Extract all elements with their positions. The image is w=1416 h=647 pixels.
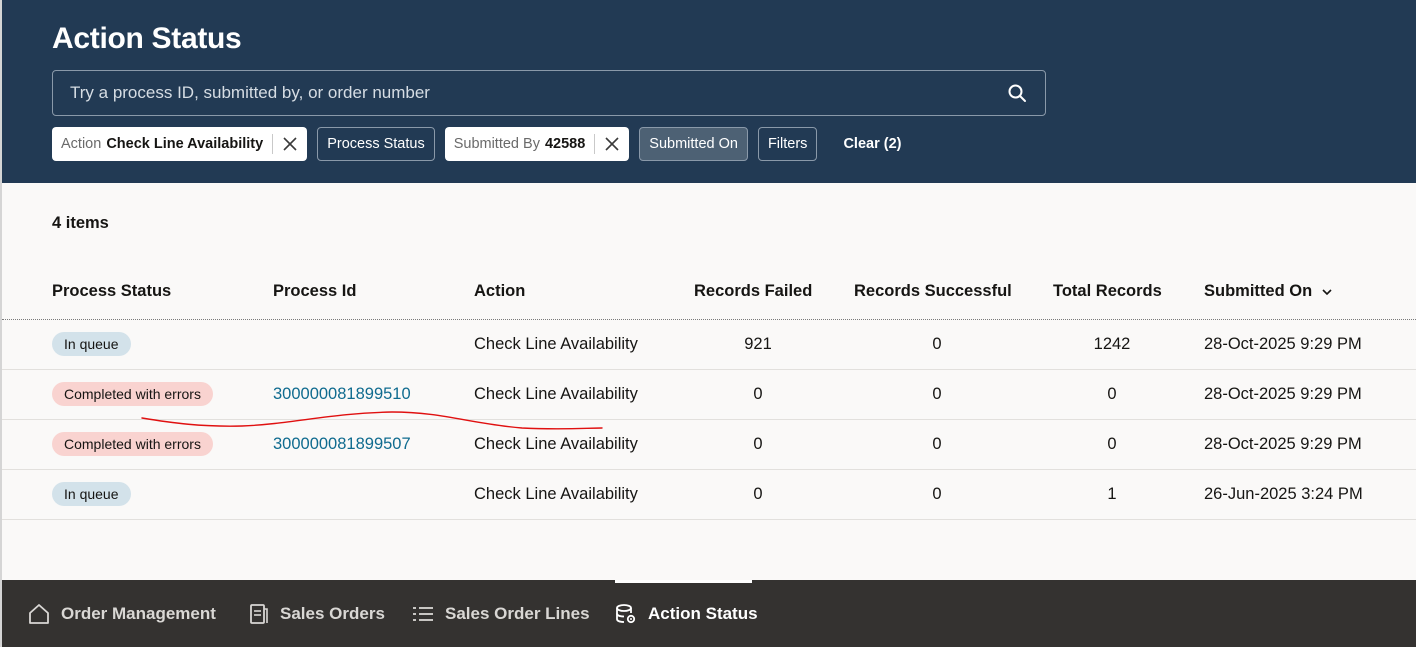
column-header-action[interactable]: Action: [474, 282, 525, 301]
column-header-submitted-on[interactable]: Submitted On: [1204, 282, 1332, 301]
nav-label: Sales Order Lines: [445, 603, 590, 623]
column-header-process-id[interactable]: Process Id: [273, 282, 356, 301]
column-header-label: Submitted On: [1204, 282, 1313, 300]
total-records-cell: 1: [1107, 484, 1117, 503]
column-header-records-failed[interactable]: Records Failed: [694, 282, 812, 301]
action-cell: Check Line Availability: [474, 434, 638, 453]
submitted-on-cell: 28-Oct-2025 9:29 PM: [1204, 384, 1362, 403]
process-id-link[interactable]: 300000081899510: [273, 369, 411, 419]
nav-label: Action Status: [648, 603, 758, 623]
submitted-on-cell: 28-Oct-2025 9:29 PM: [1204, 334, 1362, 353]
records-failed-cell: 0: [753, 384, 763, 403]
status-badge: Completed with errors: [52, 382, 213, 406]
search-icon[interactable]: [1006, 82, 1028, 104]
nav-label: Order Management: [61, 603, 216, 623]
close-icon[interactable]: [595, 127, 629, 161]
submitted-on-cell: 28-Oct-2025 9:29 PM: [1204, 434, 1362, 453]
nav-label: Sales Orders: [280, 603, 385, 623]
page-title: Action Status: [52, 22, 242, 55]
list-icon: [412, 605, 434, 623]
nav-order-management[interactable]: Order Management: [28, 580, 216, 647]
records-failed-cell: 921: [744, 334, 772, 353]
search-input[interactable]: [70, 83, 1006, 103]
records-successful-cell: 0: [932, 334, 942, 353]
records-successful-cell: 0: [932, 384, 942, 403]
records-successful-cell: 0: [932, 484, 942, 503]
item-count: 4 items: [52, 214, 109, 232]
action-cell: Check Line Availability: [474, 334, 638, 353]
chevron-down-icon: [1322, 282, 1332, 301]
filter-chip-key: Submitted By: [453, 136, 540, 152]
search-bar: [52, 70, 1046, 116]
total-records-cell: 0: [1107, 434, 1117, 453]
nav-sales-orders[interactable]: Sales Orders: [249, 580, 385, 647]
process-id-link[interactable]: 300000081899507: [273, 419, 411, 469]
filter-chip-submitted-by[interactable]: Submitted By 42588: [444, 127, 630, 161]
column-header-records-successful[interactable]: Records Successful: [854, 282, 1012, 301]
action-cell: Check Line Availability: [474, 384, 638, 403]
table-row[interactable]: Completed with errors 300000081899507 Ch…: [2, 419, 1416, 470]
filter-chip-submitted-on[interactable]: Submitted On: [639, 127, 748, 161]
table-row[interactable]: In queue Check Line Availability 0 0 1 2…: [2, 469, 1416, 520]
status-badge: In queue: [52, 482, 131, 506]
action-cell: Check Line Availability: [474, 484, 638, 503]
filter-chip-process-status[interactable]: Process Status: [317, 127, 435, 161]
records-failed-cell: 0: [753, 484, 763, 503]
records-successful-cell: 0: [932, 434, 942, 453]
close-icon[interactable]: [273, 127, 307, 161]
nav-sales-order-lines[interactable]: Sales Order Lines: [412, 580, 590, 647]
status-badge: In queue: [52, 332, 131, 356]
filter-chips: Action Check Line Availability Process S…: [52, 127, 927, 161]
bottom-navigation: Order Management Sales Orders Sales Orde…: [0, 580, 1416, 647]
filter-chip-action[interactable]: Action Check Line Availability: [52, 127, 308, 161]
database-gear-icon: [615, 603, 637, 625]
status-badge: Completed with errors: [52, 432, 213, 456]
total-records-cell: 1242: [1093, 334, 1131, 353]
clear-filters-button[interactable]: Clear (2): [827, 127, 917, 161]
filter-chip-value: 42588: [544, 136, 586, 152]
filter-chip-key: Action: [61, 136, 102, 152]
filters-button[interactable]: Filters: [757, 127, 818, 161]
column-header-total-records[interactable]: Total Records: [1053, 282, 1162, 301]
results-panel: 4 items Process Status Process Id Action…: [0, 183, 1416, 580]
page-header: Action Status Action Check Line Availabi…: [0, 0, 1416, 183]
filter-chip-value: Check Line Availability: [106, 136, 264, 152]
submitted-on-cell: 26-Jun-2025 3:24 PM: [1204, 484, 1363, 503]
total-records-cell: 0: [1107, 384, 1117, 403]
records-failed-cell: 0: [753, 434, 763, 453]
table-row[interactable]: Completed with errors 300000081899510 Ch…: [2, 369, 1416, 420]
table-row[interactable]: In queue Check Line Availability 921 0 1…: [2, 319, 1416, 370]
nav-action-status[interactable]: Action Status: [615, 580, 758, 647]
home-icon: [28, 603, 50, 625]
column-header-process-status[interactable]: Process Status: [52, 282, 171, 301]
document-icon: [249, 603, 269, 625]
